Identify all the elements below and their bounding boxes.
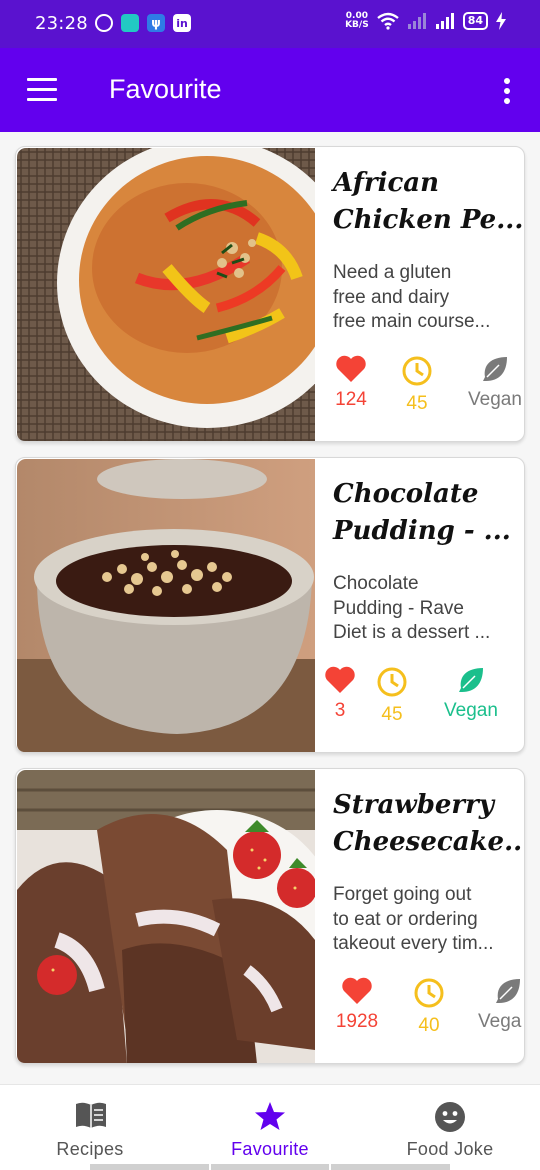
smiley-face-icon xyxy=(435,1102,465,1132)
status-bar: 23:28 ψ in 0.00 KB/S 84 xyxy=(0,0,540,48)
nav-label: Food Joke xyxy=(406,1139,494,1159)
recipe-title: Chocolate Pudding - ... xyxy=(333,479,511,546)
recipe-card[interactable]: Strawberry Cheesecake... Forget going ou… xyxy=(15,768,525,1064)
heart-icon xyxy=(342,977,372,1004)
signal-sim1-icon xyxy=(407,13,426,29)
recipe-description: Forget going out to eat or ordering take… xyxy=(333,884,494,954)
minutes-value: 45 xyxy=(381,704,403,725)
heart-icon xyxy=(336,355,366,382)
nav-favourite[interactable]: Favourite xyxy=(180,1085,360,1170)
clock-icon xyxy=(377,667,407,697)
likes-count: 1928 xyxy=(335,1011,379,1032)
battery-indicator: 84 xyxy=(462,12,488,30)
vegan-stat: Vegan xyxy=(440,666,502,722)
recipe-card[interactable]: Chocolate Pudding - ... Chocolate Puddin… xyxy=(15,457,525,753)
likes-stat: 1928 xyxy=(332,977,382,1033)
usb-icon: ψ xyxy=(147,14,165,32)
recipe-description: Chocolate Pudding - Rave Diet is a desse… xyxy=(333,573,491,643)
likes-count: 124 xyxy=(335,389,367,410)
time-stat: 40 xyxy=(408,977,450,1037)
likes-count: 3 xyxy=(334,700,346,721)
vegan-label: Vega xyxy=(478,1011,522,1032)
wifi-icon xyxy=(376,12,399,30)
bottom-navigation: Recipes Favourite Food Joke xyxy=(0,1084,540,1170)
linkedin-icon: in xyxy=(173,14,191,32)
likes-stat: 124 xyxy=(329,355,373,411)
notification-icons: ψ in xyxy=(95,14,191,32)
vegan-stat: Vegan xyxy=(464,355,524,411)
clock-icon xyxy=(402,356,432,386)
clock-icon xyxy=(414,978,444,1008)
more-vert-icon[interactable] xyxy=(502,78,512,104)
system-indicators: 0.00 KB/S 84 xyxy=(345,12,506,30)
network-speed: 0.00 KB/S xyxy=(345,11,369,30)
minutes-value: 45 xyxy=(406,393,428,414)
likes-stat: 3 xyxy=(318,666,362,722)
signal-sim2-icon xyxy=(435,13,454,29)
leaf-icon xyxy=(459,668,483,692)
leaf-icon xyxy=(496,979,520,1003)
whatsapp-icon xyxy=(95,14,113,32)
nav-label: Recipes xyxy=(56,1139,124,1159)
nav-label: Favourite xyxy=(231,1139,309,1159)
time-stat: 45 xyxy=(396,355,438,415)
vegan-label: Vegan xyxy=(444,700,498,721)
page-title: Favourite xyxy=(109,74,222,104)
recipe-image xyxy=(17,459,315,752)
status-time: 23:28 xyxy=(35,13,88,34)
recipe-title: Strawberry Cheesecake... xyxy=(333,790,525,857)
heart-icon xyxy=(325,666,355,693)
star-icon xyxy=(255,1102,285,1130)
charging-bolt-icon xyxy=(496,12,506,30)
nav-recipes[interactable]: Recipes xyxy=(0,1085,180,1170)
leaf-icon xyxy=(483,357,507,381)
gesture-bar xyxy=(90,1164,451,1170)
app-bar: Favourite xyxy=(0,48,540,132)
recipe-title: African Chicken Pe... xyxy=(333,168,524,235)
recipe-description: Need a gluten free and dairy free main c… xyxy=(333,262,491,332)
menu-book-icon xyxy=(76,1102,106,1128)
vegan-stat: Vega xyxy=(478,977,524,1033)
hamburger-menu-icon[interactable] xyxy=(27,78,57,102)
recipe-image xyxy=(17,148,315,441)
minutes-value: 40 xyxy=(418,1015,440,1036)
nav-food-joke[interactable]: Food Joke xyxy=(360,1085,540,1170)
time-stat: 45 xyxy=(371,666,413,726)
vegan-label: Vegan xyxy=(468,389,522,410)
recipe-card[interactable]: African Chicken Pe... Need a gluten free… xyxy=(15,146,525,442)
messenger-icon xyxy=(121,14,139,32)
recipe-image xyxy=(17,770,315,1063)
